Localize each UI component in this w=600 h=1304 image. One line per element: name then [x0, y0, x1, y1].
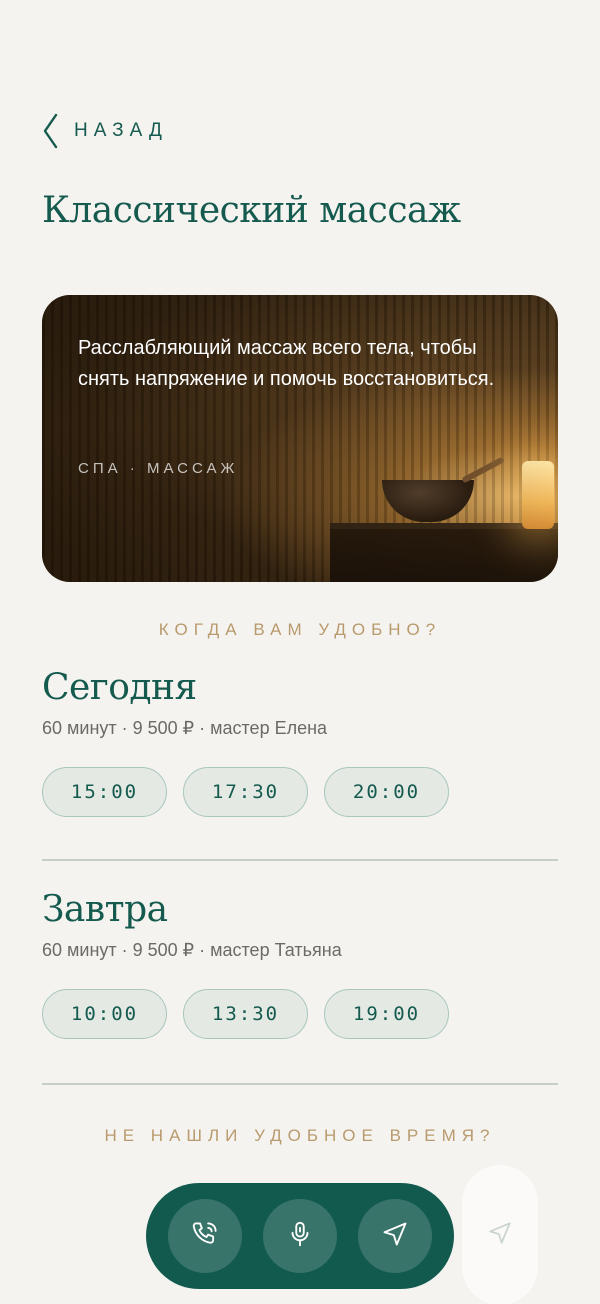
time-slot-button[interactable]: 17:30 — [183, 767, 308, 817]
service-description: Расслабляющий массаж всего тела, чтобы с… — [78, 337, 495, 390]
day-title: Сегодня — [42, 667, 197, 708]
back-label: НАЗАД — [74, 120, 168, 141]
phone-icon — [190, 1219, 220, 1254]
voice-button[interactable] — [263, 1199, 337, 1273]
time-slot-button[interactable]: 13:30 — [183, 989, 308, 1039]
day-section-today: Сегодня 60 минут · 9 500 ₽ · мастер Елен… — [42, 667, 558, 817]
message-button[interactable] — [358, 1199, 432, 1273]
send-icon — [381, 1220, 409, 1253]
send-fab-faded[interactable] — [462, 1165, 538, 1304]
service-card: Расслабляющий массаж всего тела, чтобы с… — [42, 295, 558, 582]
call-button[interactable] — [168, 1199, 242, 1273]
booking-prompt: КОГДА ВАМ УДОБНО? — [158, 620, 442, 639]
chevron-left-icon — [42, 113, 58, 149]
page-title: Классический массаж — [42, 190, 461, 231]
back-button[interactable]: НАЗАД — [42, 113, 168, 149]
time-slots: 15:00 17:30 20:00 — [42, 767, 558, 817]
action-dock — [146, 1183, 454, 1289]
day-section-tomorrow: Завтра 60 минут · 9 500 ₽ · мастер Татья… — [42, 889, 558, 1039]
send-icon — [487, 1220, 513, 1251]
time-slot-button[interactable]: 15:00 — [42, 767, 167, 817]
time-slots: 10:00 13:30 19:00 — [42, 989, 558, 1039]
time-slot-button[interactable]: 19:00 — [324, 989, 449, 1039]
time-slot-button[interactable]: 10:00 — [42, 989, 167, 1039]
day-meta: 60 минут · 9 500 ₽ · мастер Татьяна — [42, 940, 342, 960]
day-title: Завтра — [42, 889, 168, 930]
time-slot-button[interactable]: 20:00 — [324, 767, 449, 817]
divider — [42, 859, 558, 861]
page: НАЗАД Классический массаж Расслабляющий … — [0, 0, 600, 1304]
service-tags: СПА · МАССАЖ — [78, 460, 239, 477]
divider — [42, 1083, 558, 1085]
day-meta: 60 минут · 9 500 ₽ · мастер Елена — [42, 718, 328, 738]
microphone-icon — [285, 1219, 315, 1254]
not-found-link[interactable]: НЕ НАШЛИ УДОБНОЕ ВРЕМЯ? — [0, 1126, 600, 1146]
